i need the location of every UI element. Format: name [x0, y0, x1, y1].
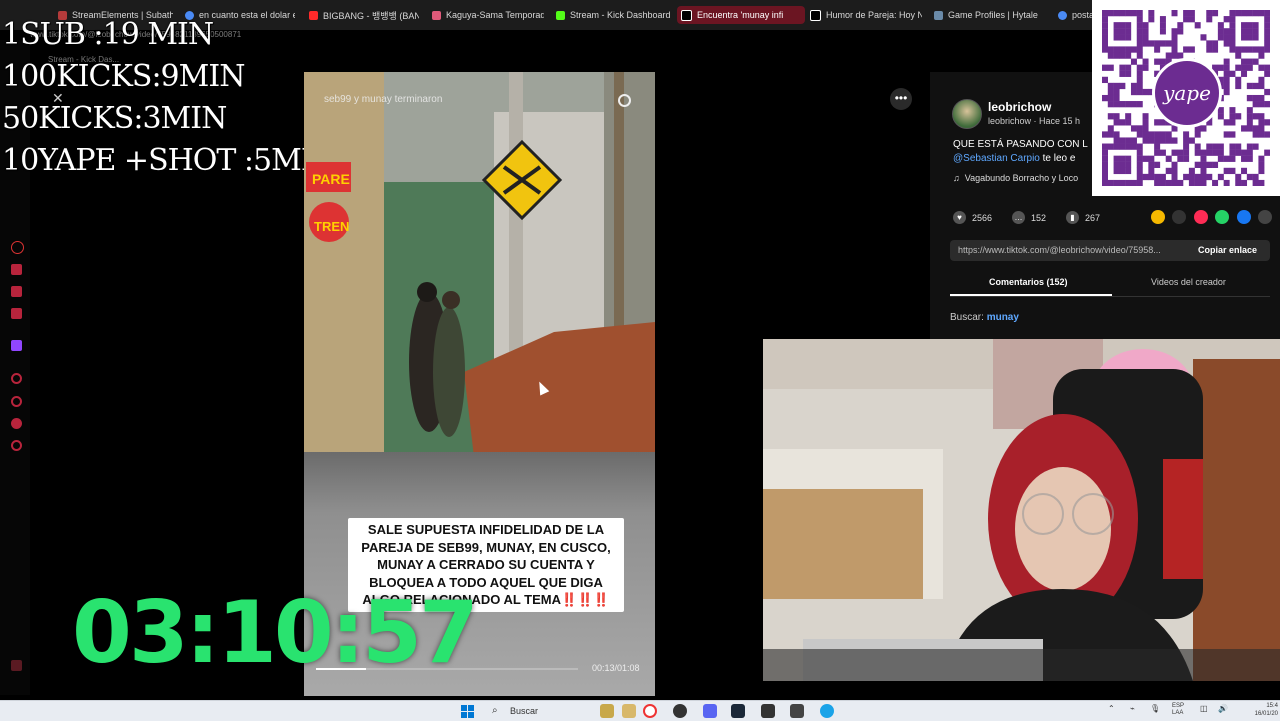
app-icon[interactable]	[761, 704, 775, 718]
video-link[interactable]: https://www.tiktok.com/@leobrichow/video…	[958, 245, 1188, 255]
app2-icon[interactable]	[790, 704, 804, 718]
discord-icon[interactable]	[703, 704, 717, 718]
tab-creator-videos[interactable]: Videos del creador	[1151, 277, 1226, 287]
windows-taskbar	[0, 700, 1280, 721]
yape-logo: yape	[1152, 58, 1222, 128]
hytale-icon	[934, 10, 943, 20]
goal-sub: 1SUB :19 MIN	[2, 17, 214, 52]
edge-icon[interactable]	[820, 704, 834, 718]
username[interactable]: leobrichow	[988, 100, 1051, 114]
twitch-icon[interactable]	[11, 340, 22, 351]
tiktok-icon	[810, 9, 821, 21]
music-link[interactable]: ♫ Vagabundo Borracho y Loco	[953, 173, 1078, 183]
robot-icon[interactable]	[11, 264, 22, 275]
wifi-icon[interactable]: ◫	[1200, 704, 1208, 713]
video-frame: TREN PARE	[304, 72, 655, 492]
chat-icon[interactable]	[11, 286, 22, 297]
tab-comments[interactable]: Comentarios (152)	[989, 277, 1068, 287]
repost-icon[interactable]	[1151, 210, 1165, 224]
tab-posta[interactable]: posta	[1058, 6, 1094, 24]
tiktok-icon	[681, 9, 692, 21]
yape-qr-code: yape	[1092, 0, 1280, 196]
goal-yape: 10YAPE +SHOT :5MIN	[2, 143, 338, 178]
obs-icon[interactable]	[673, 704, 687, 718]
live-icon[interactable]	[11, 241, 24, 254]
language-indicator[interactable]: ESP LAA	[1172, 703, 1184, 717]
clock-icon[interactable]	[11, 396, 22, 407]
tray-chevron-icon[interactable]: ⌃	[1108, 704, 1115, 713]
file-explorer-icon[interactable]	[622, 704, 636, 718]
mic-icon[interactable]: 🎙	[1150, 704, 1160, 713]
goal-50kicks: 50KICKS:3MIN	[2, 101, 227, 136]
m-icon[interactable]	[11, 308, 22, 319]
avatar[interactable]	[952, 99, 982, 129]
post-description: QUE ESTÁ PASANDO CON L	[953, 139, 1088, 150]
like-button[interactable]: ♥ 2566	[953, 211, 992, 224]
heart-icon: ♥	[953, 211, 966, 224]
share-arrow-icon[interactable]	[1258, 210, 1272, 224]
steam-icon[interactable]	[731, 704, 745, 718]
embed-icon[interactable]	[1172, 210, 1186, 224]
facebook-icon[interactable]	[1237, 210, 1251, 224]
post-mention-line: @Sebastian Carpio te leo e	[953, 153, 1076, 164]
webcam-image	[763, 339, 1280, 681]
subathon-goals: 1SUB :19 MIN 100KICKS:9MIN 50KICKS:3MIN …	[2, 14, 338, 182]
comment-search: Buscar: munay	[950, 312, 1019, 323]
system-clock[interactable]: 15:4 16/01/20	[1240, 702, 1278, 718]
volume-icon[interactable]: 🔊	[1218, 704, 1228, 713]
kick-icon	[556, 10, 565, 20]
comment-button[interactable]: … 152	[1012, 211, 1046, 224]
subathon-timer: 03:10:57	[72, 583, 479, 683]
search-icon[interactable]	[618, 94, 631, 107]
opera-icon[interactable]	[643, 704, 657, 718]
settings-icon[interactable]	[11, 440, 22, 451]
network-icon[interactable]: ⌁	[1130, 704, 1135, 713]
mention-link[interactable]: @Sebastian Carpio	[953, 153, 1040, 164]
webcam-feed	[763, 339, 1280, 681]
tab-humor-pareja[interactable]: Humor de Pareja: Hoy N	[810, 6, 922, 24]
puzzle-icon[interactable]	[11, 418, 22, 429]
google-icon	[1058, 10, 1067, 20]
save-button[interactable]: ▮ 267	[1066, 211, 1100, 224]
goal-100kicks: 100KICKS:9MIN	[2, 59, 245, 94]
video-search-overlay[interactable]: seb99 y munay terminaron	[324, 94, 442, 105]
tab-tiktok-search[interactable]: Encuentra 'munay infi	[677, 6, 805, 24]
windows-start-icon[interactable]	[461, 705, 474, 718]
exit-icon[interactable]	[11, 660, 22, 671]
tren-sign-text: TREN	[314, 219, 349, 234]
tab-hytale[interactable]: Game Profiles | Hytale	[934, 6, 1050, 24]
search-icon: ⌕	[492, 705, 498, 716]
more-options-button[interactable]: •••	[890, 88, 912, 110]
taskbar-search-label: Buscar	[510, 706, 539, 716]
bookmark-icon: ▮	[1066, 211, 1079, 224]
tab-kick-dashboard[interactable]: Stream - Kick Dashboard	[556, 6, 671, 24]
send-icon[interactable]	[1194, 210, 1208, 224]
widgets-icon[interactable]	[600, 704, 614, 718]
post-meta: leobrichow · Hace 15 h	[988, 116, 1081, 126]
anime-site-icon	[432, 10, 441, 20]
record-icon[interactable]	[11, 373, 22, 384]
video-time: 00:13/01:08	[592, 663, 640, 673]
pare-sign-text: PARE	[312, 171, 350, 187]
comment-icon: …	[1012, 211, 1025, 224]
tab-divider	[950, 296, 1270, 297]
tab-kaguya[interactable]: Kaguya-Sama Temporad	[432, 6, 544, 24]
whatsapp-icon[interactable]	[1215, 210, 1229, 224]
copy-link-button[interactable]: Copiar enlace	[1198, 245, 1257, 255]
